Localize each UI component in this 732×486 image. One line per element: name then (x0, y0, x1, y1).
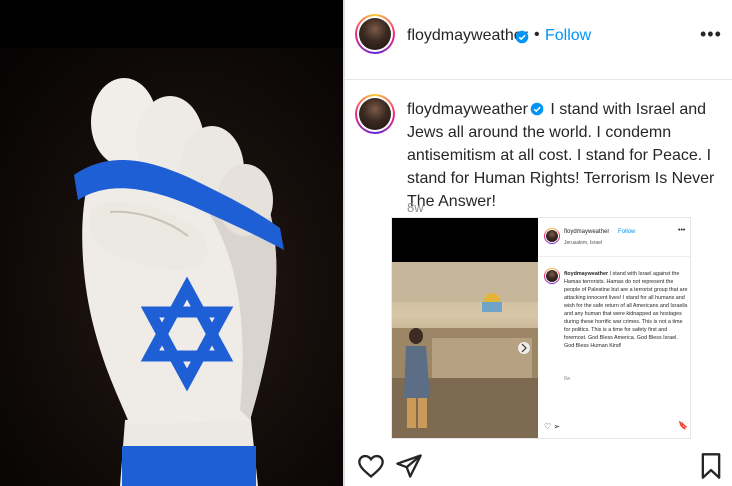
username-link[interactable]: floydmayweather (407, 27, 528, 45)
verified-badge-icon (530, 102, 544, 116)
follow-button[interactable]: Follow (545, 27, 591, 45)
embedded-post-screenshot: floydmayweather Follow Jerusalem, Israel… (391, 217, 691, 439)
embedded-timestamp: 8w (564, 376, 571, 382)
verified-badge-icon (515, 30, 529, 44)
send-icon[interactable] (395, 452, 423, 480)
heart-icon[interactable] (357, 452, 385, 480)
post-image (0, 0, 343, 486)
action-bar (345, 448, 732, 486)
post-header: floydmayweather • Follow ••• (345, 0, 732, 80)
caption-avatar[interactable] (355, 94, 395, 134)
embedded-more-icon: ••• (678, 227, 686, 234)
embedded-bookmark-icon: 🔖 (678, 421, 688, 430)
caption-text: floydmayweather I stand with Israel and … (407, 98, 725, 213)
avatar[interactable] (355, 14, 395, 54)
jerusalem-scene (392, 262, 538, 438)
caption-username[interactable]: floydmayweather (407, 101, 528, 118)
embedded-avatar (544, 228, 560, 244)
embedded-separator (538, 256, 690, 257)
embedded-post-media (392, 218, 538, 438)
embedded-caption: floydmayweather I stand with Israel agai… (564, 270, 688, 350)
fist-flag-illustration (74, 78, 284, 486)
bookmark-icon[interactable] (697, 452, 725, 480)
embedded-caption-text: I stand with Israel against the Hamas te… (564, 271, 688, 349)
post-detail-panel: floydmayweather • Follow ••• floydmaywea… (345, 0, 732, 486)
embedded-username: floydmayweather (564, 229, 610, 235)
post-timestamp: 8w (407, 200, 424, 215)
embedded-caption-username: floydmayweather (564, 271, 609, 277)
embedded-post-side: floydmayweather Follow Jerusalem, Israel… (538, 218, 690, 438)
embedded-caption-avatar (544, 268, 560, 284)
embedded-follow: Follow (618, 229, 636, 235)
embedded-action-icons: ♡ ➢ (544, 422, 561, 431)
embedded-location: Jerusalem, Israel (564, 240, 603, 246)
more-options-icon[interactable]: ••• (700, 24, 722, 45)
separator-dot: • (534, 26, 540, 43)
